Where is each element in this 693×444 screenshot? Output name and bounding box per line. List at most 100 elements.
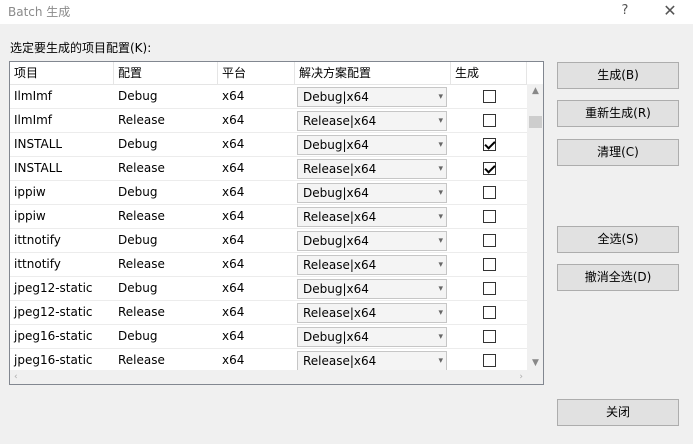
build-checkbox[interactable] <box>483 306 496 319</box>
solution-config-dropdown[interactable]: Debug|x64 ▾ <box>297 327 447 347</box>
vertical-scroll-thumb[interactable] <box>529 116 542 128</box>
cell-build <box>451 325 527 348</box>
table-row[interactable]: IlmImf Debug x64 Debug|x64 ▾ <box>10 85 527 109</box>
chevron-down-icon[interactable]: ▾ <box>438 304 443 322</box>
solution-config-dropdown[interactable]: Release|x64 ▾ <box>297 159 447 179</box>
close-button[interactable]: 关闭 <box>557 399 679 426</box>
column-header-build[interactable]: 生成 <box>451 62 527 84</box>
solution-config-dropdown[interactable]: Release|x64 ▾ <box>297 111 447 131</box>
scroll-left-arrow-icon[interactable]: ‹ <box>14 370 18 384</box>
help-button[interactable]: ? <box>610 0 640 24</box>
grid-prompt-label: 选定要生成的项目配置(K): <box>10 41 152 55</box>
cell-config: Release <box>118 113 165 127</box>
deselect-all-button[interactable]: 撤消全选(D) <box>557 264 679 291</box>
cell-project: jpeg16-static <box>14 353 93 367</box>
chevron-down-icon[interactable]: ▾ <box>438 280 443 298</box>
chevron-down-icon[interactable]: ▾ <box>438 352 443 370</box>
solution-config-dropdown[interactable]: Debug|x64 ▾ <box>297 135 447 155</box>
cell-project: INSTALL <box>14 161 63 175</box>
column-header-platform[interactable]: 平台 <box>218 62 295 84</box>
table-row[interactable]: ippiw Release x64 Release|x64 ▾ <box>10 205 527 229</box>
solution-config-value: Release|x64 <box>303 210 377 224</box>
scroll-up-arrow-icon[interactable]: ▲ <box>527 86 543 96</box>
cell-config: Debug <box>118 89 158 103</box>
window-title: Batch 生成 <box>8 5 71 19</box>
cell-config: Debug <box>118 137 158 151</box>
solution-config-dropdown[interactable]: Release|x64 ▾ <box>297 207 447 227</box>
build-checkbox[interactable] <box>483 258 496 271</box>
table-row[interactable]: IlmImf Release x64 Release|x64 ▾ <box>10 109 527 133</box>
close-icon[interactable]: ✕ <box>655 0 685 24</box>
chevron-down-icon[interactable]: ▾ <box>438 256 443 274</box>
rebuild-button[interactable]: 重新生成(R) <box>557 100 679 127</box>
cell-build <box>451 229 527 252</box>
batch-build-grid[interactable]: 项目 配置 平台 解决方案配置 生成 IlmImf Debug x64 Debug|x… <box>9 61 544 385</box>
cell-platform: x64 <box>222 353 245 367</box>
vertical-scrollbar[interactable]: ▲ ▼ <box>527 84 543 370</box>
build-checkbox[interactable] <box>483 114 496 127</box>
table-row[interactable]: jpeg12-static Release x64 Release|x64 ▾ <box>10 301 527 325</box>
clean-button[interactable]: 清理(C) <box>557 139 679 166</box>
cell-platform: x64 <box>222 281 245 295</box>
build-checkbox[interactable] <box>483 330 496 343</box>
horizontal-scrollbar[interactable]: ‹ › <box>10 370 527 384</box>
build-checkbox[interactable] <box>483 282 496 295</box>
table-row[interactable]: INSTALL Debug x64 Debug|x64 ▾ <box>10 133 527 157</box>
solution-config-value: Release|x64 <box>303 354 377 368</box>
chevron-down-icon[interactable]: ▾ <box>438 328 443 346</box>
cell-platform: x64 <box>222 161 245 175</box>
cell-project: ittnotify <box>14 233 61 247</box>
column-header-config[interactable]: 配置 <box>114 62 218 84</box>
cell-platform: x64 <box>222 233 245 247</box>
solution-config-dropdown[interactable]: Debug|x64 ▾ <box>297 183 447 203</box>
table-row[interactable]: ittnotify Release x64 Release|x64 ▾ <box>10 253 527 277</box>
select-all-button[interactable]: 全选(S) <box>557 226 679 253</box>
cell-platform: x64 <box>222 113 245 127</box>
solution-config-dropdown[interactable]: Debug|x64 ▾ <box>297 279 447 299</box>
cell-build <box>451 301 527 324</box>
solution-config-dropdown[interactable]: Release|x64 ▾ <box>297 303 447 323</box>
table-row[interactable]: jpeg12-static Debug x64 Debug|x64 ▾ <box>10 277 527 301</box>
solution-config-dropdown[interactable]: Release|x64 ▾ <box>297 255 447 275</box>
chevron-down-icon[interactable]: ▾ <box>438 112 443 130</box>
column-header-solution-config[interactable]: 解决方案配置 <box>295 62 451 84</box>
chevron-down-icon[interactable]: ▾ <box>438 184 443 202</box>
solution-config-value: Release|x64 <box>303 114 377 128</box>
chevron-down-icon[interactable]: ▾ <box>438 136 443 154</box>
table-row[interactable]: ippiw Debug x64 Debug|x64 ▾ <box>10 181 527 205</box>
table-row[interactable]: ittnotify Debug x64 Debug|x64 ▾ <box>10 229 527 253</box>
cell-config: Release <box>118 209 165 223</box>
scroll-down-arrow-icon[interactable]: ▼ <box>527 358 543 368</box>
cell-config: Release <box>118 257 165 271</box>
build-checkbox[interactable] <box>483 186 496 199</box>
solution-config-dropdown[interactable]: Debug|x64 ▾ <box>297 231 447 251</box>
build-button[interactable]: 生成(B) <box>557 62 679 89</box>
table-row[interactable]: INSTALL Release x64 Release|x64 ▾ <box>10 157 527 181</box>
chevron-down-icon[interactable]: ▾ <box>438 232 443 250</box>
cell-platform: x64 <box>222 257 245 271</box>
build-checkbox[interactable] <box>483 90 496 103</box>
solution-config-dropdown[interactable]: Release|x64 ▾ <box>297 351 447 371</box>
cell-build <box>451 277 527 300</box>
scroll-right-arrow-icon[interactable]: › <box>519 370 523 384</box>
cell-project: ippiw <box>14 185 46 199</box>
title-bar: Batch 生成 ? ✕ <box>0 0 693 24</box>
build-checkbox[interactable] <box>483 210 496 223</box>
cell-platform: x64 <box>222 329 245 343</box>
cell-platform: x64 <box>222 137 245 151</box>
build-checkbox[interactable] <box>483 234 496 247</box>
table-row[interactable]: jpeg16-static Debug x64 Debug|x64 ▾ <box>10 325 527 349</box>
chevron-down-icon[interactable]: ▾ <box>438 88 443 106</box>
column-header-project[interactable]: 项目 <box>10 62 114 84</box>
build-checkbox[interactable] <box>483 138 496 151</box>
chevron-down-icon[interactable]: ▾ <box>438 160 443 178</box>
solution-config-dropdown[interactable]: Debug|x64 ▾ <box>297 87 447 107</box>
build-checkbox[interactable] <box>483 354 496 367</box>
cell-build <box>451 85 527 108</box>
chevron-down-icon[interactable]: ▾ <box>438 208 443 226</box>
grid-body: IlmImf Debug x64 Debug|x64 ▾ IlmImf Release x64… <box>10 85 527 373</box>
build-checkbox[interactable] <box>483 162 496 175</box>
cell-project: jpeg16-static <box>14 329 93 343</box>
solution-config-value: Release|x64 <box>303 162 377 176</box>
cell-platform: x64 <box>222 89 245 103</box>
